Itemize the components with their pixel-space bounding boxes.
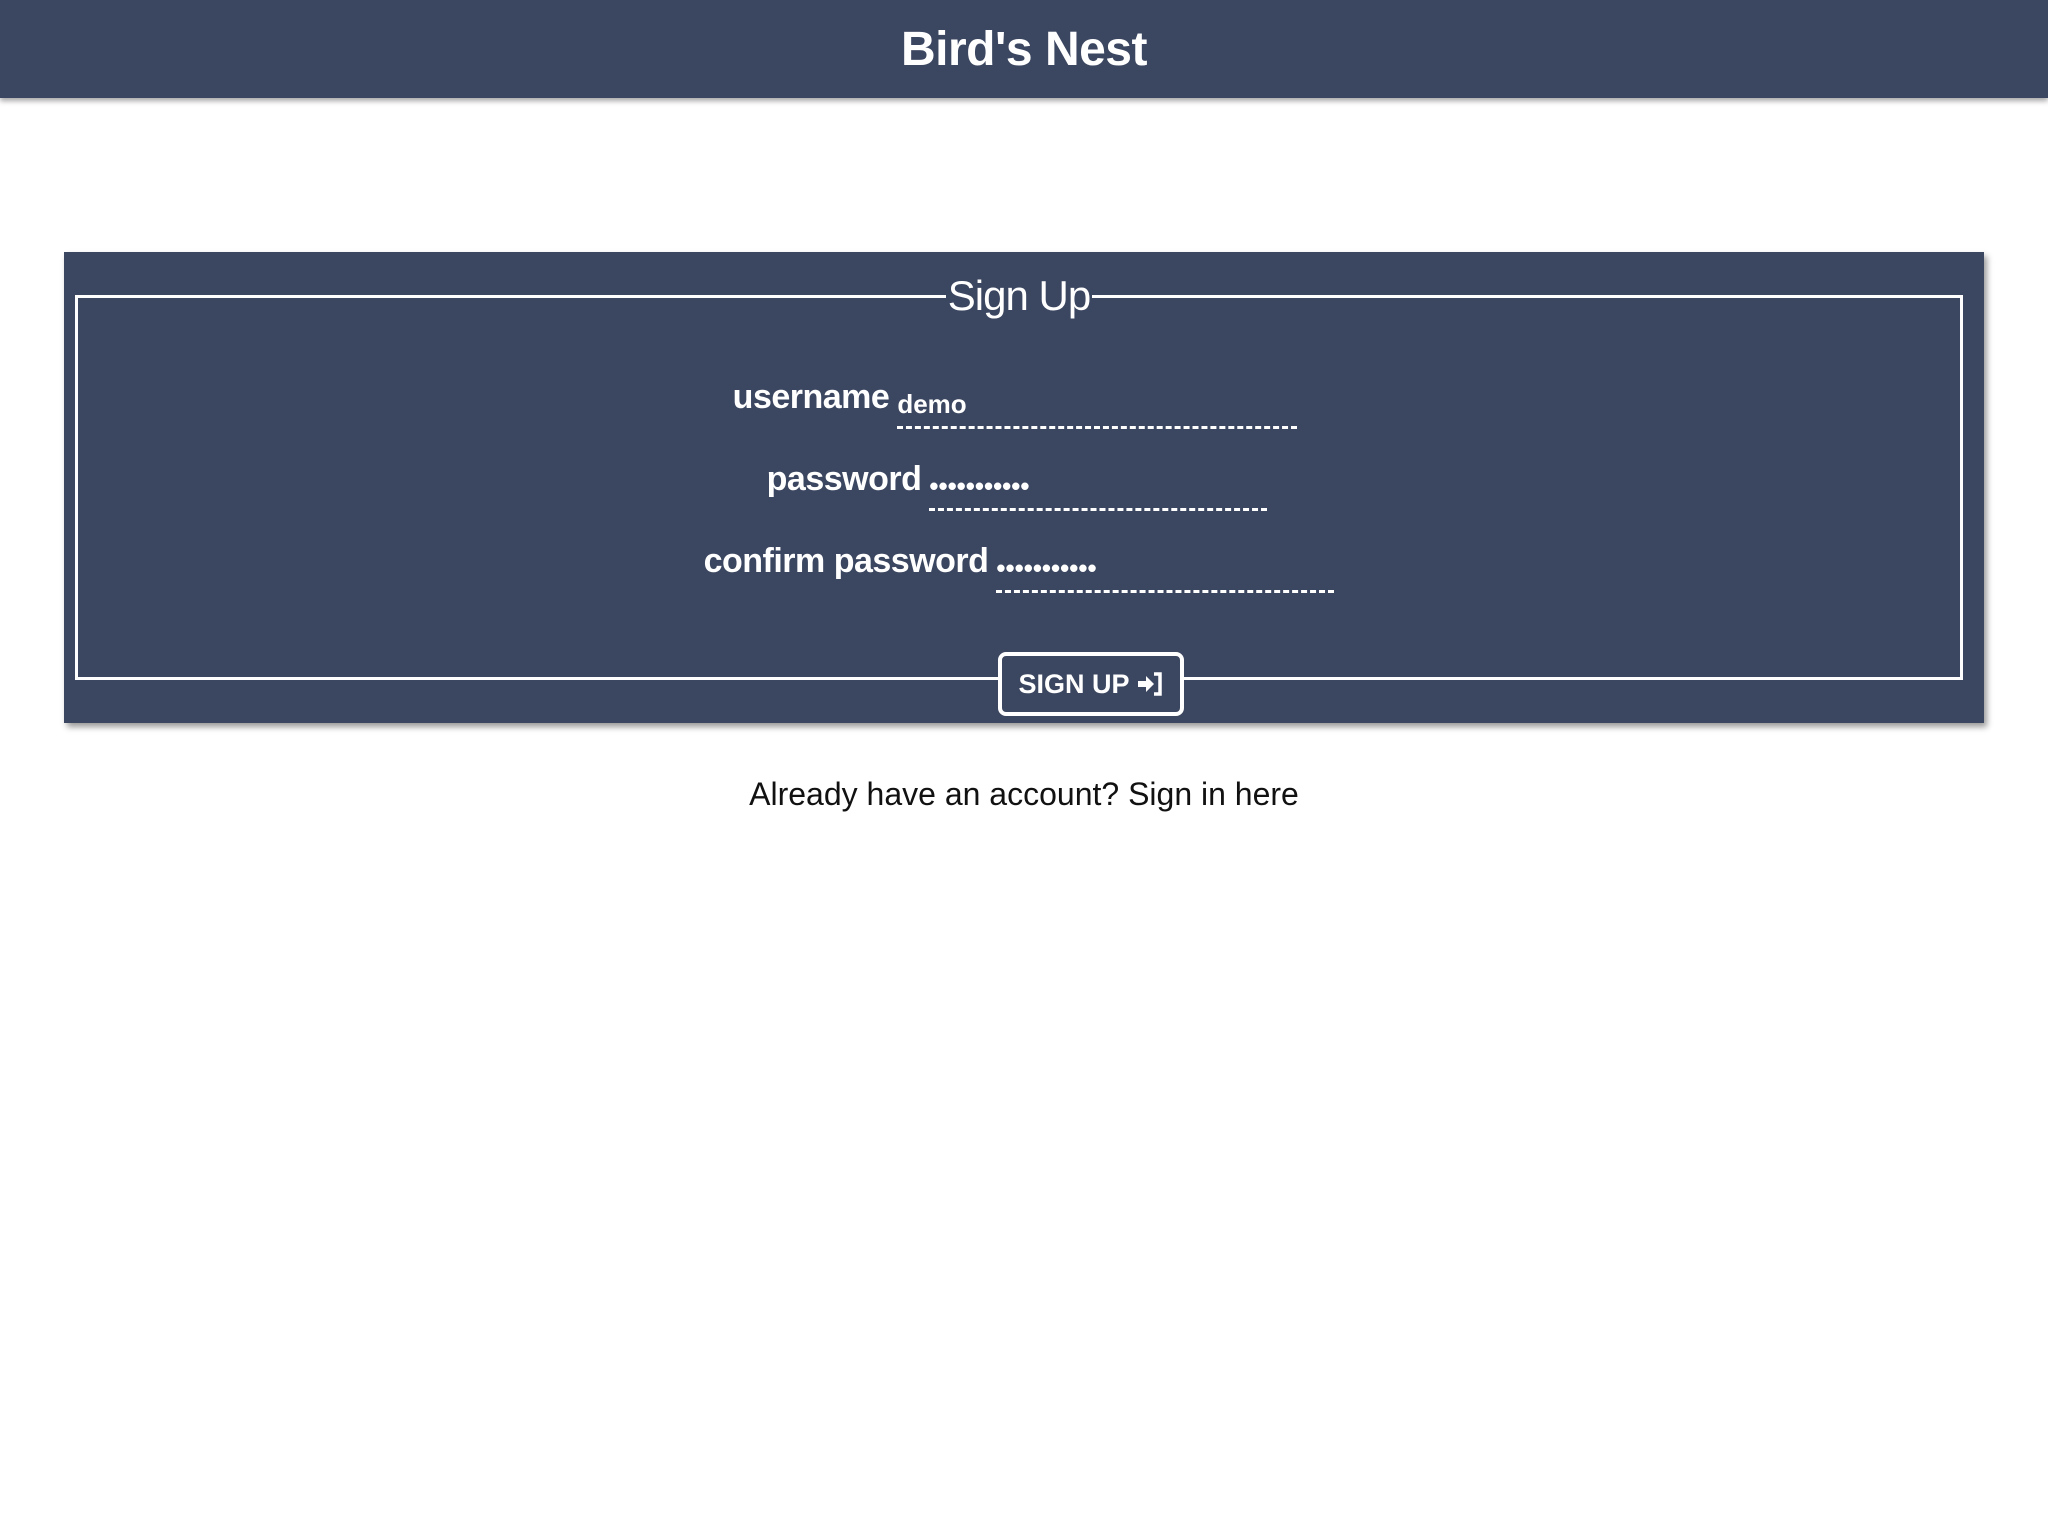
- username-label: username: [732, 378, 890, 416]
- form-legend: Sign Up: [947, 272, 1091, 319]
- signup-panel: Sign Up username password confirm passwo…: [64, 252, 1984, 723]
- username-input[interactable]: [897, 389, 1298, 429]
- sign-up-label: SIGN UP: [1018, 668, 1130, 699]
- password-input[interactable]: [929, 471, 1268, 511]
- app-title: Bird's Nest: [901, 22, 1147, 76]
- username-row: username: [74, 378, 1956, 429]
- confirm-password-input[interactable]: [996, 553, 1335, 593]
- sign-in-prompt: Already have an account? Sign in here: [0, 776, 2048, 813]
- sign-up-button[interactable]: SIGN UP: [998, 652, 1184, 716]
- confirm-password-row: confirm password: [78, 542, 1960, 593]
- password-label: password: [766, 460, 922, 498]
- sign-in-icon: [1137, 672, 1162, 696]
- app-header: Bird's Nest: [0, 0, 2048, 98]
- sign-in-prompt-text: Already have an account?: [749, 776, 1120, 812]
- password-row: password: [76, 460, 1958, 511]
- sign-in-link[interactable]: Sign in here: [1128, 776, 1299, 812]
- signup-form: Sign Up username password confirm passwo…: [74, 272, 1963, 716]
- confirm-password-label: confirm password: [703, 542, 989, 580]
